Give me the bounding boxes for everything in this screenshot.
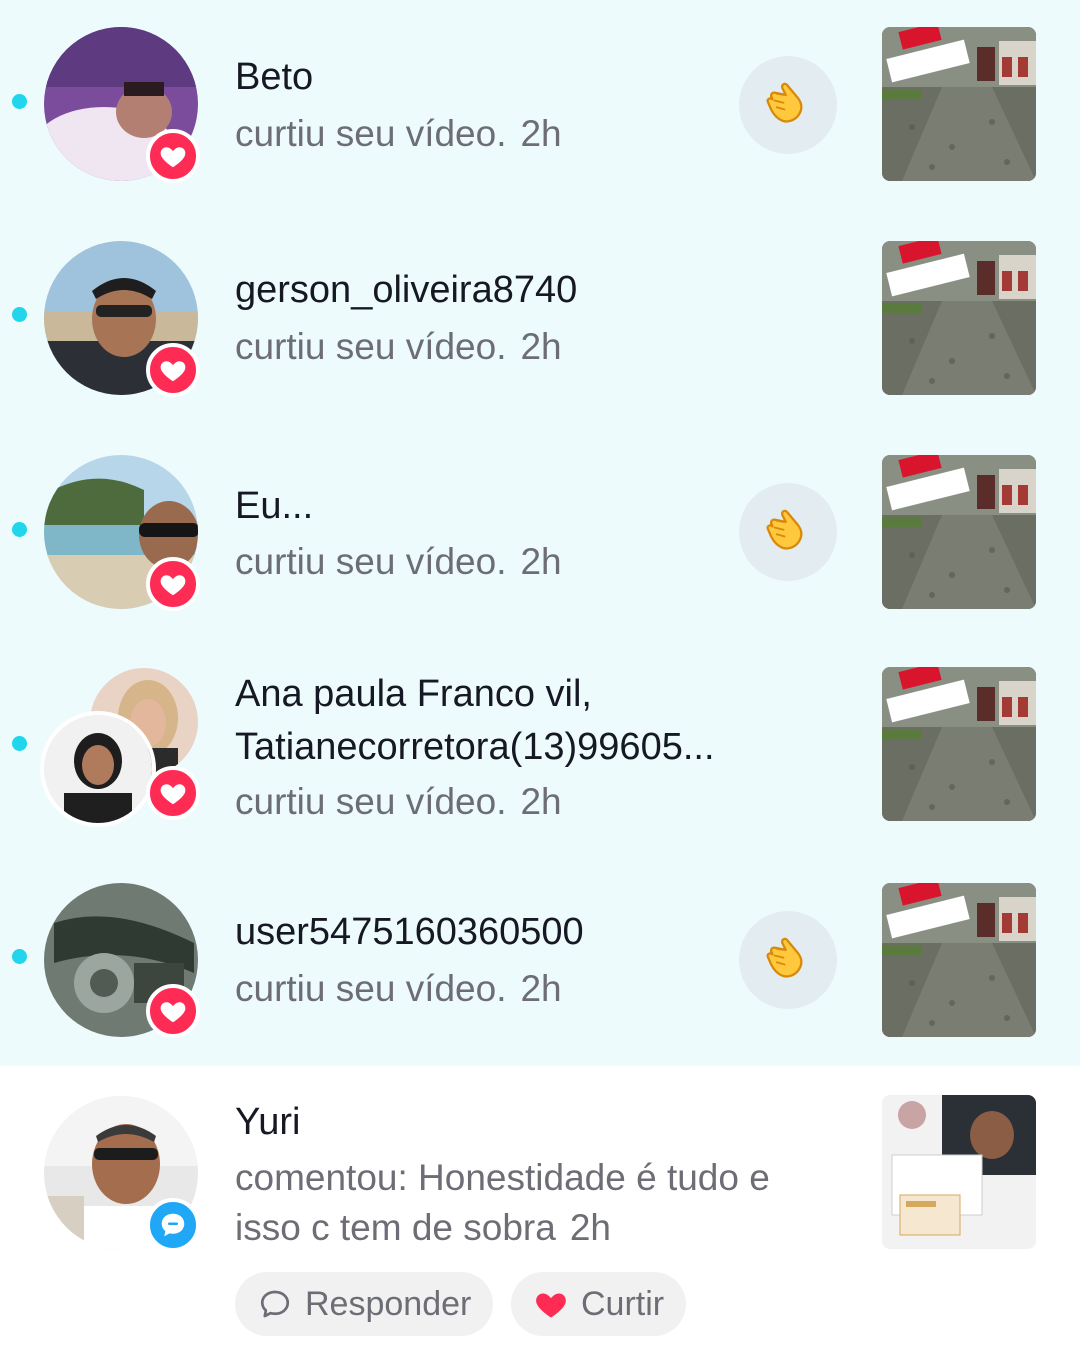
timestamp: 2h [520, 326, 562, 367]
unread-dot [12, 94, 27, 109]
like-comment-button[interactable]: Curtir [511, 1272, 687, 1336]
unread-dot [12, 736, 27, 751]
action-text: curtiu seu vídeo. [235, 541, 507, 582]
wave-button[interactable] [739, 56, 837, 154]
waving-hand-icon [761, 505, 815, 559]
notification-row[interactable]: gerson_oliveira8740 curtiu seu vídeo. 2h [0, 213, 1080, 426]
username[interactable]: Yuri [235, 1096, 300, 1148]
avatar[interactable] [40, 711, 156, 827]
video-thumbnail[interactable] [882, 667, 1036, 821]
waving-hand-icon [761, 78, 815, 132]
wave-button[interactable] [739, 911, 837, 1009]
username[interactable]: Ana paula Franco vil, [235, 668, 592, 720]
heart-icon [146, 343, 200, 397]
notification-row[interactable]: user5475160360500 curtiu seu vídeo. 2h [0, 853, 1080, 1066]
timestamp: 2h [520, 968, 562, 1009]
video-thumbnail[interactable] [882, 883, 1036, 1037]
comment-text-line2: isso c tem de sobra 2h [235, 1203, 611, 1253]
action-text: curtiu seu vídeo. [235, 968, 507, 1009]
heart-icon [146, 557, 200, 611]
action-text: curtiu seu vídeo. [235, 781, 507, 822]
video-thumbnail[interactable] [882, 455, 1036, 609]
comment-text: isso c tem de sobra [235, 1207, 556, 1248]
username[interactable]: user5475160360500 [235, 906, 584, 958]
timestamp: 2h [520, 781, 562, 822]
unread-dot [12, 522, 27, 537]
heart-icon [146, 129, 200, 183]
video-thumbnail[interactable] [882, 27, 1036, 181]
notification-row[interactable]: Beto curtiu seu vídeo. 2h [0, 0, 1080, 213]
username[interactable]: Beto [235, 51, 313, 103]
username[interactable]: gerson_oliveira8740 [235, 264, 577, 316]
timestamp: 2h [520, 113, 562, 154]
username[interactable]: Eu... [235, 480, 313, 532]
notification-text: curtiu seu vídeo. 2h [235, 322, 562, 372]
notification-text: curtiu seu vídeo. 2h [235, 964, 562, 1014]
reply-label: Responder [305, 1284, 472, 1323]
notification-text: curtiu seu vídeo. 2h [235, 109, 562, 159]
heart-icon [146, 766, 200, 820]
notification-text: curtiu seu vídeo. 2h [235, 537, 562, 587]
heart-icon [536, 1293, 566, 1318]
video-thumbnail[interactable] [882, 1095, 1036, 1249]
unread-dot [12, 949, 27, 964]
notification-row[interactable]: Ana paula Franco vil, Tatianecorretora(1… [0, 639, 1080, 853]
notification-row[interactable]: Eu... curtiu seu vídeo. 2h [0, 426, 1080, 639]
action-text: curtiu seu vídeo. [235, 326, 507, 367]
wave-button[interactable] [739, 483, 837, 581]
waving-hand-icon [761, 933, 815, 987]
reply-button[interactable]: Responder [235, 1272, 494, 1336]
speech-bubble-icon [260, 1290, 290, 1318]
unread-dot [12, 307, 27, 322]
username-secondary[interactable]: Tatianecorretora(13)99605... [235, 721, 715, 773]
comment-text-line1: comentou: Honestidade é tudo e [235, 1157, 770, 1198]
comment-icon [146, 1198, 200, 1252]
action-text: curtiu seu vídeo. [235, 113, 507, 154]
notification-text: curtiu seu vídeo. 2h [235, 777, 562, 827]
timestamp: 2h [520, 541, 562, 582]
like-label: Curtir [581, 1284, 665, 1323]
video-thumbnail[interactable] [882, 241, 1036, 395]
timestamp: 2h [569, 1207, 611, 1248]
heart-icon [146, 984, 200, 1038]
